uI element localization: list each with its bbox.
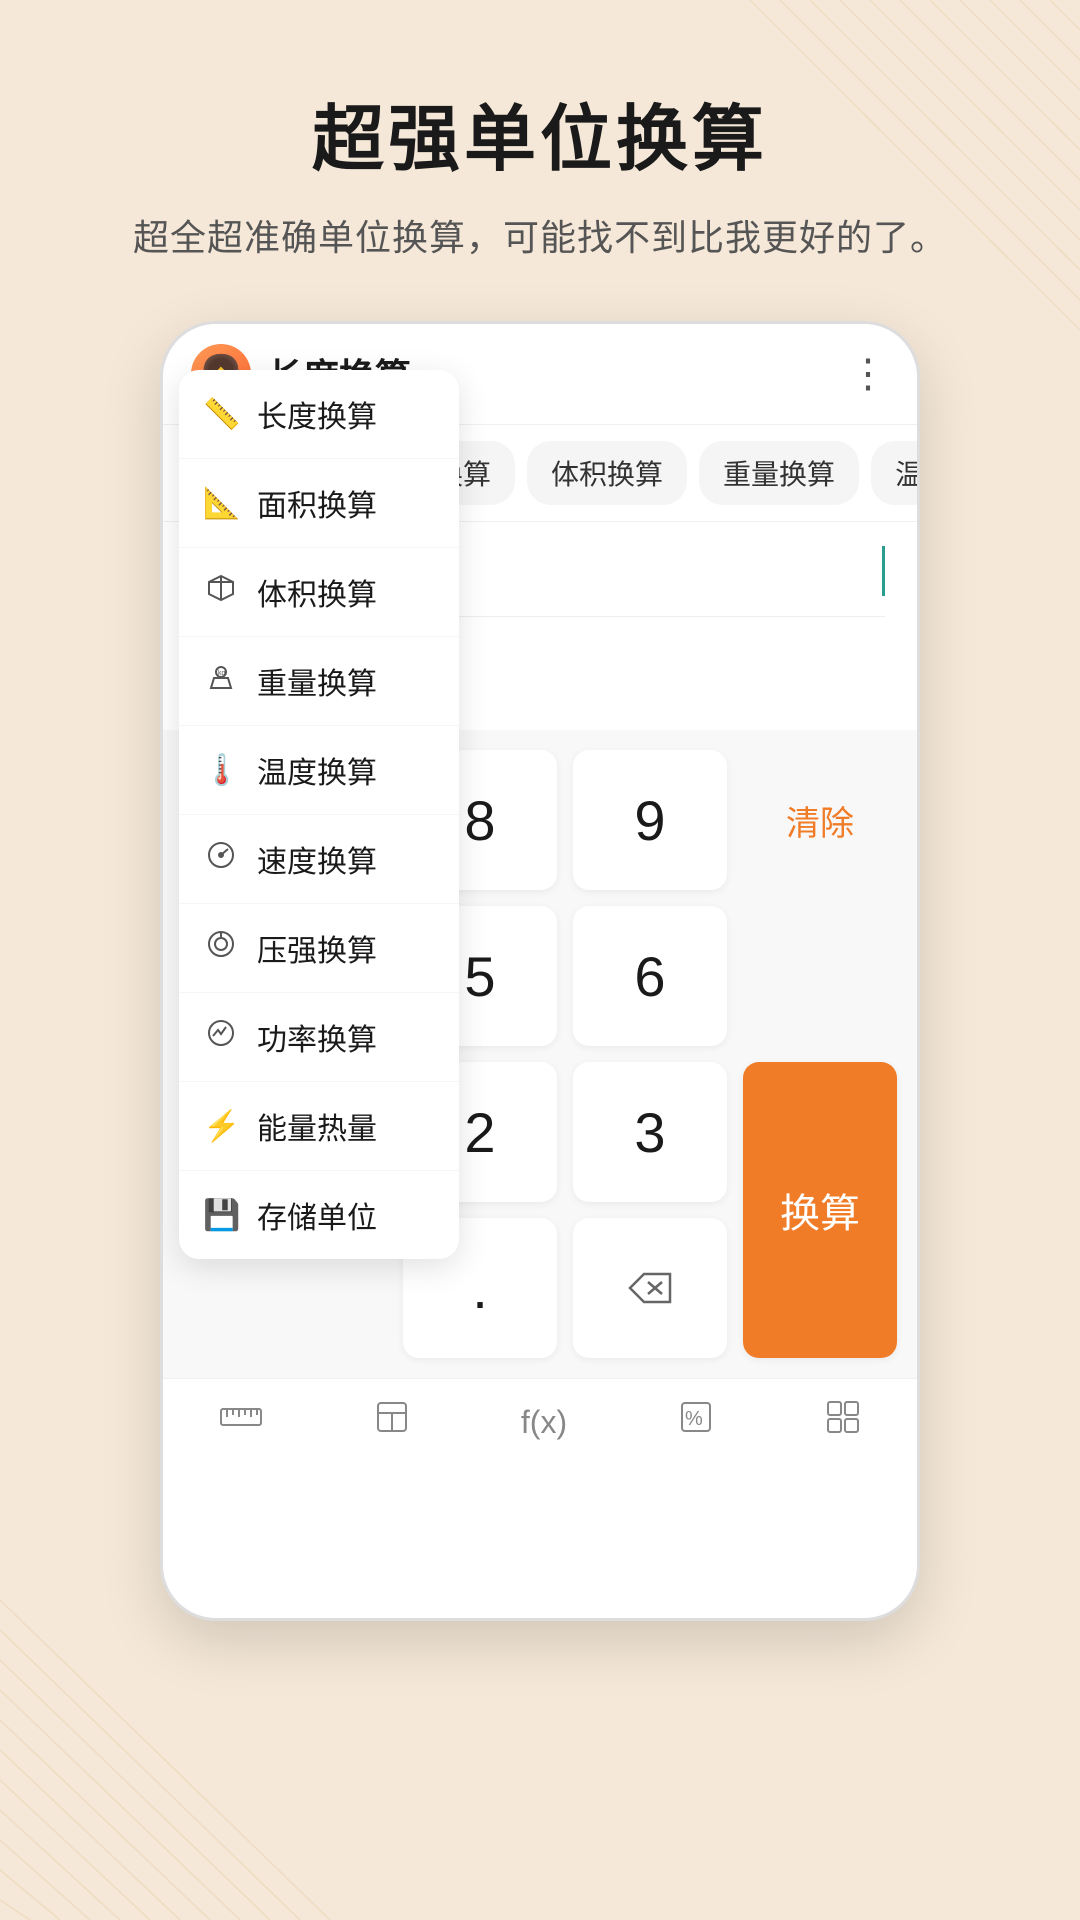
nav-ruler-icon [219,1399,263,1445]
btn-9[interactable]: 9 [573,750,727,890]
pressure-icon [203,929,239,967]
dropdown-item-volume[interactable]: 体积换算 [179,548,459,637]
dropdown-menu: 📏 长度换算 📐 面积换算 [179,370,459,1259]
btn-backspace[interactable] [573,1218,727,1358]
btn-convert[interactable]: 换算 [743,1062,897,1358]
dropdown-item-temp[interactable]: 🌡️ 温度换算 [179,726,459,815]
dropdown-item-length[interactable]: 📏 长度换算 [179,370,459,459]
nav-more[interactable] [825,1399,861,1449]
dropdown-item-storage[interactable]: 💾 存储单位 [179,1171,459,1259]
phone-mockup: 👧 长度换算 ⋮ 长度换算 面积换算 体积换算 重量换算 [160,321,920,1621]
nav-calculator[interactable] [374,1399,410,1449]
nav-ruler[interactable] [219,1399,263,1449]
nav-percent[interactable]: % [678,1399,714,1449]
btn-clear[interactable]: 清除 [743,750,897,890]
tab-weight[interactable]: 重量换算 [699,441,859,505]
dropdown-item-area[interactable]: 📐 面积换算 [179,459,459,548]
box-icon [203,573,239,611]
dropdown-item-weight[interactable]: kg 重量换算 [179,637,459,726]
nav-more-icon [825,1399,861,1445]
btn-3[interactable]: 3 [573,1062,727,1202]
page-subtitle: 超全超准确单位换算，可能找不到比我更好的了。 [133,209,947,261]
calculator-area: 📏 长度换算 📐 面积换算 [163,730,917,1378]
dropdown-item-energy[interactable]: ⚡ 能量热量 [179,1082,459,1171]
area-icon: 📐 [203,486,239,521]
weight-icon: kg [203,662,239,700]
menu-button[interactable]: ⋮ [848,351,889,397]
dropdown-item-speed[interactable]: 速度换算 [179,815,459,904]
btn-6[interactable]: 6 [573,906,727,1046]
energy-icon: ⚡ [203,1109,239,1144]
bottom-nav: f(x) % [163,1378,917,1469]
nav-formula[interactable]: f(x) [521,1404,567,1445]
input-cursor [882,546,885,596]
power-icon [203,1018,239,1056]
calc-grid: 8 9 清除 5 6 2 3 换算 [403,750,897,1358]
svg-text:%: % [685,1408,703,1430]
tab-temp[interactable]: 温度 [871,441,917,505]
dropdown-item-power[interactable]: 功率换算 [179,993,459,1082]
thermometer-icon: 🌡️ [203,753,239,788]
tab-volume[interactable]: 体积换算 [527,441,687,505]
nav-percent-icon: % [678,1399,714,1445]
svg-text:kg: kg [218,670,226,677]
speed-icon [203,840,239,878]
ruler-icon: 📏 [203,397,239,432]
nav-formula-icon: f(x) [521,1404,567,1441]
page-title: 超强单位换算 [312,80,768,185]
nav-calc-icon [374,1399,410,1445]
dropdown-item-pressure[interactable]: 压强换算 [179,904,459,993]
storage-icon: 💾 [203,1198,239,1233]
